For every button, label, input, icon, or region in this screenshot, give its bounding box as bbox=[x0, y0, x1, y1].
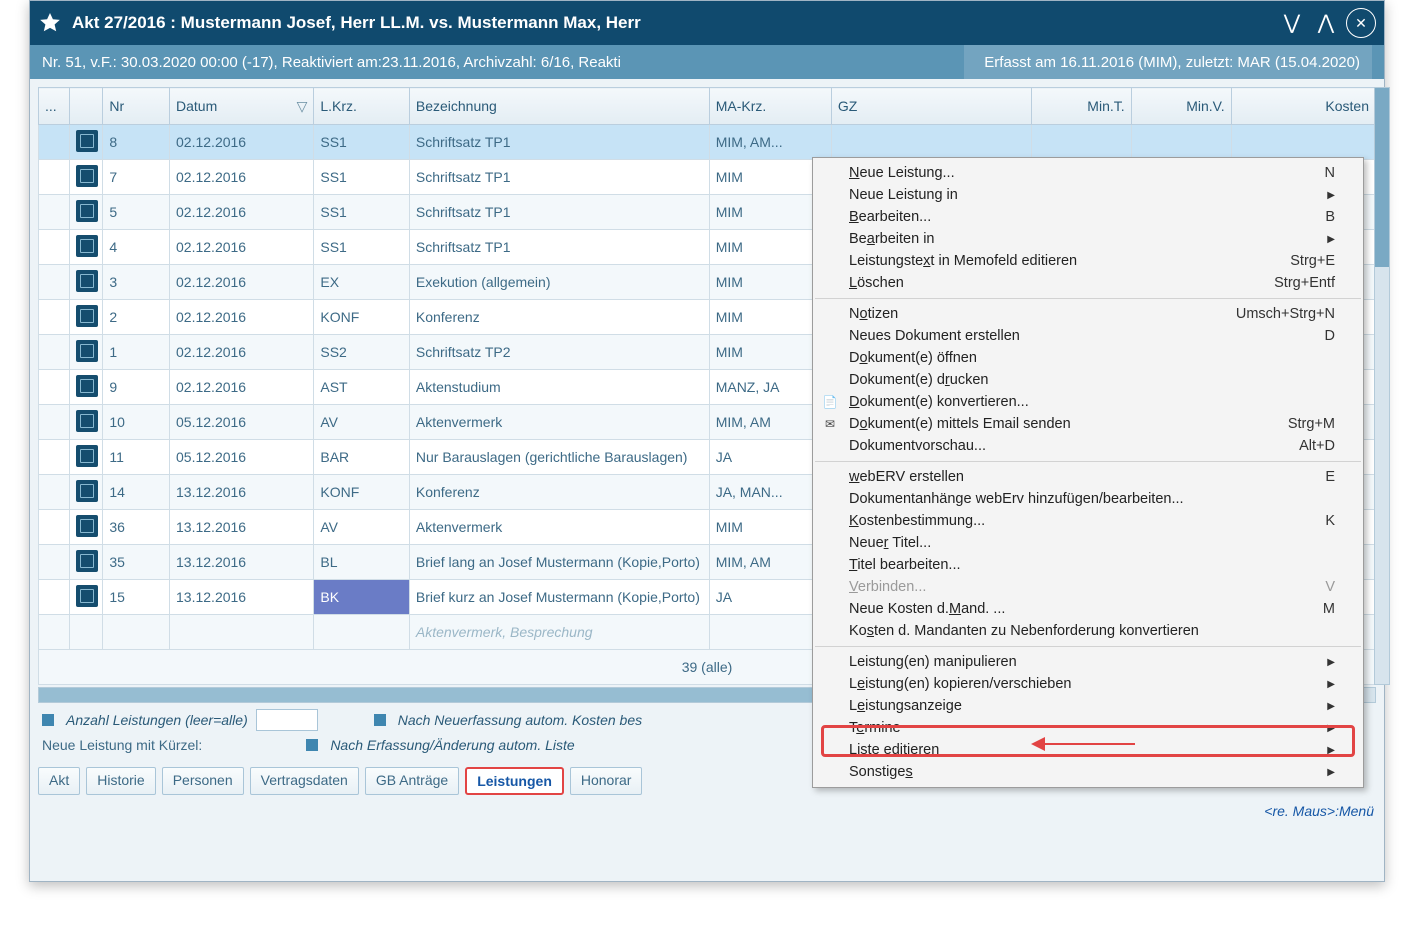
checkbox-icon bbox=[374, 714, 386, 726]
document-icon bbox=[76, 410, 98, 432]
document-icon bbox=[76, 235, 98, 257]
info-left: Nr. 51, v.F.: 30.03.2020 00:00 (-17), Re… bbox=[42, 54, 621, 71]
opt-neue-leistung: Neue Leistung mit Kürzel: bbox=[42, 737, 202, 753]
mi-sonstiges[interactable]: Sonstiges▶ bbox=[813, 761, 1363, 783]
opt-anzahl: Anzahl Leistungen (leer=alle) bbox=[66, 712, 248, 728]
window-title: Akt 27/2016 : Mustermann Josef, Herr LL.… bbox=[72, 13, 641, 33]
mi-memo[interactable]: Leistungstext in Memofeld editierenStrg+… bbox=[813, 250, 1363, 272]
col-kosten[interactable]: Kosten bbox=[1231, 88, 1375, 125]
mi-neue-leistung[interactable]: Neue Leistung...N bbox=[813, 162, 1363, 184]
col-gz[interactable]: GZ bbox=[831, 88, 1031, 125]
star-icon bbox=[38, 11, 62, 35]
info-bar: Nr. 51, v.F.: 30.03.2020 00:00 (-17), Re… bbox=[30, 45, 1384, 79]
mi-neue-leistung-in[interactable]: Neue Leistung in▶ bbox=[813, 184, 1363, 206]
col-icon bbox=[70, 88, 103, 125]
document-icon bbox=[76, 305, 98, 327]
info-right: Erfasst am 16.11.2016 (MIM), zuletzt: MA… bbox=[964, 45, 1372, 79]
tab-gb-antraege[interactable]: GB Anträge bbox=[365, 767, 459, 795]
document-icon bbox=[76, 130, 98, 152]
col-bez[interactable]: Bezeichnung bbox=[409, 88, 709, 125]
document-icon bbox=[76, 515, 98, 537]
checkbox-icon bbox=[306, 739, 318, 751]
col-datum[interactable]: Datum ▽ bbox=[170, 88, 314, 125]
titlebar: Akt 27/2016 : Mustermann Josef, Herr LL.… bbox=[30, 1, 1384, 45]
mi-weberv[interactable]: webERV erstellenE bbox=[813, 466, 1363, 488]
mi-bearbeiten-in[interactable]: Bearbeiten in▶ bbox=[813, 228, 1363, 250]
tab-historie[interactable]: Historie bbox=[86, 767, 155, 795]
tab-personen[interactable]: Personen bbox=[162, 767, 244, 795]
min-icon[interactable]: ⋁ bbox=[1278, 8, 1306, 36]
app-window: Akt 27/2016 : Mustermann Josef, Herr LL.… bbox=[29, 0, 1385, 882]
col-mint[interactable]: Min.T. bbox=[1031, 88, 1131, 125]
mi-kopieren[interactable]: Leistung(en) kopieren/verschieben▶ bbox=[813, 673, 1363, 695]
tab-honorar[interactable]: Honorar bbox=[570, 767, 643, 795]
mi-titel-bearbeiten[interactable]: Titel bearbeiten... bbox=[813, 554, 1363, 576]
mi-loeschen[interactable]: LöschenStrg+Entf bbox=[813, 272, 1363, 294]
col-lkrz[interactable]: L.Krz. bbox=[314, 88, 410, 125]
col-minv[interactable]: Min.V. bbox=[1131, 88, 1231, 125]
document-icon bbox=[76, 270, 98, 292]
checkbox-icon bbox=[42, 714, 54, 726]
opt-nach-kosten: Nach Neuerfassung autom. Kosten bes bbox=[398, 712, 642, 728]
opt-nach-liste: Nach Erfassung/Änderung autom. Liste bbox=[330, 737, 574, 753]
mi-manipulieren[interactable]: Leistung(en) manipulieren▶ bbox=[813, 651, 1363, 673]
hint-text: <re. Maus>:Menü bbox=[30, 803, 1384, 819]
max-icon[interactable]: ⋀ bbox=[1312, 8, 1340, 36]
pdf-icon: 📄 bbox=[821, 395, 839, 409]
mi-dok-oeffnen[interactable]: Dokument(e) öffnen bbox=[813, 347, 1363, 369]
mi-dok-konvertieren[interactable]: 📄Dokument(e) konvertieren... bbox=[813, 391, 1363, 413]
mi-dok-vorschau[interactable]: Dokumentvorschau...Alt+D bbox=[813, 435, 1363, 457]
document-icon bbox=[76, 340, 98, 362]
close-icon[interactable]: ✕ bbox=[1346, 8, 1376, 38]
table-row[interactable]: 802.12.2016SS1Schriftsatz TP1MIM, AM... bbox=[39, 125, 1376, 160]
mail-icon: ✉ bbox=[821, 417, 839, 431]
mi-leistungsanzeige[interactable]: Leistungsanzeige▶ bbox=[813, 695, 1363, 717]
document-icon bbox=[76, 585, 98, 607]
col-makrz[interactable]: MA-Krz. bbox=[709, 88, 831, 125]
mi-verbinden: Verbinden...V bbox=[813, 576, 1363, 598]
tab-leistungen[interactable]: Leistungen bbox=[465, 767, 564, 795]
document-icon bbox=[76, 445, 98, 467]
mi-bearbeiten[interactable]: Bearbeiten...B bbox=[813, 206, 1363, 228]
anzahl-input[interactable] bbox=[256, 709, 318, 731]
mi-dok-email[interactable]: ✉Dokument(e) mittels Email sendenStrg+M bbox=[813, 413, 1363, 435]
col-nr[interactable]: Nr bbox=[103, 88, 170, 125]
document-icon bbox=[76, 375, 98, 397]
tab-akt[interactable]: Akt bbox=[38, 767, 80, 795]
document-icon bbox=[76, 550, 98, 572]
mi-kosten-konvertieren[interactable]: Kosten d. Mandanten zu Nebenforderung ko… bbox=[813, 620, 1363, 642]
document-icon bbox=[76, 200, 98, 222]
mi-neue-kosten[interactable]: Neue Kosten d.Mand. ...M bbox=[813, 598, 1363, 620]
mi-kostenbestimmung[interactable]: Kostenbestimmung...K bbox=[813, 510, 1363, 532]
mi-notizen[interactable]: NotizenUmsch+Strg+N bbox=[813, 303, 1363, 325]
mi-dok-drucken[interactable]: Dokument(e) drucken bbox=[813, 369, 1363, 391]
mi-dok-anhaenge[interactable]: Dokumentanhänge webErv hinzufügen/bearbe… bbox=[813, 488, 1363, 510]
document-icon bbox=[76, 480, 98, 502]
document-icon bbox=[76, 165, 98, 187]
context-menu: Neue Leistung...N Neue Leistung in▶ Bear… bbox=[812, 157, 1364, 788]
mi-neues-dokument[interactable]: Neues Dokument erstellenD bbox=[813, 325, 1363, 347]
col-config[interactable]: ... bbox=[39, 88, 70, 125]
mi-neuer-titel[interactable]: Neuer Titel... bbox=[813, 532, 1363, 554]
vertical-scrollbar[interactable] bbox=[1374, 87, 1390, 685]
tab-vertragsdaten[interactable]: Vertragsdaten bbox=[250, 767, 359, 795]
